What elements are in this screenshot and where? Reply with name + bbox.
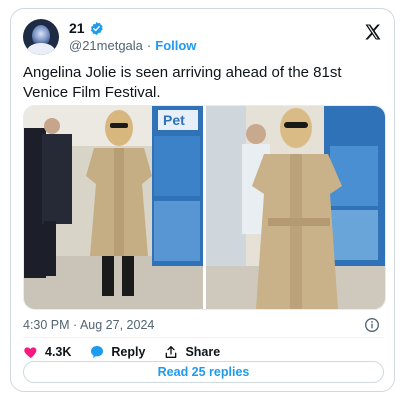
photo-right[interactable]: [206, 106, 385, 309]
avatar-collar: [27, 43, 55, 55]
heart-icon: [24, 347, 37, 358]
share-button[interactable]: Share: [163, 344, 220, 360]
x-logo-icon[interactable]: [364, 23, 382, 41]
reply-label: Reply: [111, 345, 146, 359]
tweet-media[interactable]: Pet: [23, 105, 386, 310]
follow-button[interactable]: Follow: [155, 38, 196, 53]
avatar[interactable]: [23, 19, 59, 55]
author-name-row: 21: [69, 20, 104, 36]
tweet-header: 21 @21metgala · Follow: [23, 17, 382, 57]
tweet-timestamp[interactable]: 4:30 PM · Aug 27, 2024: [23, 318, 154, 332]
photo-left[interactable]: Pet: [24, 106, 203, 309]
info-icon[interactable]: [364, 317, 380, 333]
divider: [23, 337, 384, 338]
read-replies-button[interactable]: Read 25 replies: [23, 361, 384, 383]
author-name[interactable]: 21: [69, 20, 85, 36]
like-count: 4.3K: [45, 345, 72, 359]
author-handle[interactable]: @21metgala: [69, 38, 143, 53]
share-icon: [166, 346, 177, 358]
verified-badge-icon: [90, 21, 103, 35]
tweet-card: 21 @21metgala · Follow Angelina Jolie is…: [10, 8, 395, 392]
share-label: Share: [185, 345, 221, 359]
like-button[interactable]: 4.3K: [23, 344, 71, 360]
photo-sign-text: Pet: [163, 112, 185, 128]
tweet-photos: Pet: [24, 106, 385, 309]
tweet-meta: 4:30 PM · Aug 27, 2024: [23, 316, 384, 334]
tweet-actions: 4.3K Reply Share: [23, 341, 238, 363]
tweet-text: Angelina Jolie is seen arriving ahead of…: [23, 64, 342, 101]
reply-icon: [91, 346, 104, 358]
author-subline: @21metgala · Follow: [69, 38, 196, 53]
reply-button[interactable]: Reply: [89, 344, 145, 360]
separator-dot: ·: [146, 38, 152, 53]
